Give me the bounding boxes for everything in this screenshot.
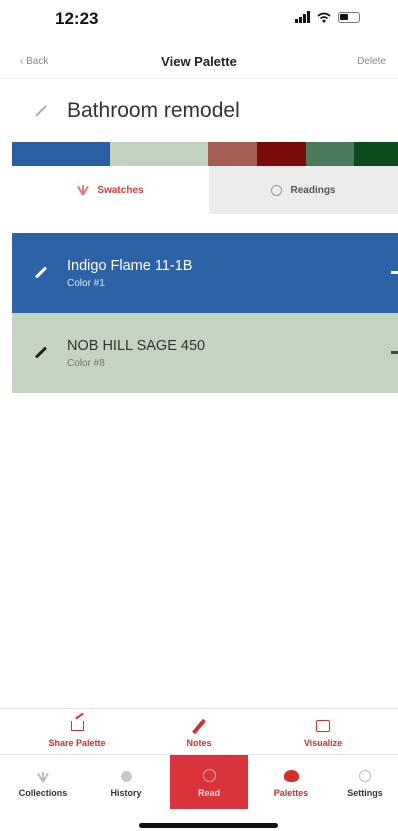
tab-history[interactable]: History	[93, 755, 159, 809]
visualize-label: Visualize	[303, 738, 343, 748]
tab-collections-label: Collections	[18, 788, 68, 798]
circle-icon	[271, 184, 283, 196]
strip-swatch[interactable]	[257, 142, 306, 166]
page-title: View Palette	[161, 54, 237, 69]
pencil-icon	[192, 718, 206, 734]
status-icons	[295, 11, 360, 23]
strip-swatch[interactable]	[354, 142, 398, 166]
tab-swatches-label: Swatches	[97, 184, 144, 196]
color-row[interactable]: Indigo Flame 11-1B Color #1	[12, 233, 398, 313]
color-name: NOB HILL SAGE 450	[67, 338, 206, 354]
delete-button[interactable]: Delete	[357, 56, 386, 67]
palette-name: Bathroom remodel	[67, 99, 240, 122]
strip-swatch[interactable]	[306, 142, 354, 166]
palette-color-strip	[12, 142, 398, 166]
delete-label: Delete	[357, 56, 386, 67]
notes-label: Notes	[186, 738, 212, 748]
color-row[interactable]: NOB HILL SAGE 450 Color #8	[12, 313, 398, 393]
edit-pencil-icon[interactable]	[35, 105, 47, 117]
tab-bar: Collections History Read Palettes Settin…	[0, 754, 398, 810]
tab-settings-label: Settings	[347, 788, 383, 798]
visualize-button[interactable]: Visualize	[268, 717, 378, 748]
history-icon	[120, 771, 132, 782]
edit-pencil-icon[interactable]	[34, 346, 48, 359]
strip-swatch[interactable]	[110, 142, 208, 166]
tab-read[interactable]: Read	[170, 755, 248, 809]
view-tabs: Swatches Readings	[12, 166, 398, 214]
tab-readings[interactable]: Readings	[209, 166, 398, 214]
tab-read-label: Read	[197, 788, 220, 798]
fan-deck-icon	[77, 185, 90, 196]
notes-button[interactable]: Notes	[144, 717, 254, 748]
tab-history-label: History	[110, 788, 142, 798]
edit-pencil-icon[interactable]	[34, 266, 48, 279]
share-icon	[70, 721, 84, 731]
color-number: Color #8	[67, 358, 105, 369]
tab-settings[interactable]: Settings	[334, 755, 396, 809]
tab-readings-label: Readings	[290, 184, 336, 196]
status-time: 12:23	[55, 9, 99, 28]
tab-collections[interactable]: Collections	[10, 755, 76, 809]
tab-palettes-label: Palettes	[273, 788, 309, 798]
color-name: Indigo Flame 11-1B	[67, 258, 193, 274]
action-bar: Share Palette Notes Visualize	[0, 708, 398, 754]
strip-swatch[interactable]	[208, 142, 257, 166]
tab-palettes[interactable]: Palettes	[258, 755, 324, 809]
tab-swatches[interactable]: Swatches	[12, 166, 209, 214]
color-number: Color #1	[67, 278, 105, 289]
row-handle-icon[interactable]	[391, 271, 398, 274]
image-icon	[316, 720, 330, 732]
nav-bar: ‹ Back View Palette Delete	[0, 44, 398, 79]
share-palette-label: Share Palette	[48, 738, 106, 748]
share-palette-button[interactable]: Share Palette	[22, 717, 132, 748]
fan-deck-icon	[37, 772, 49, 783]
read-icon	[202, 769, 216, 782]
wifi-icon	[317, 12, 331, 22]
row-handle-icon[interactable]	[391, 351, 398, 354]
status-bar: 12:23	[0, 0, 398, 40]
palette-name-row[interactable]: Bathroom remodel	[0, 92, 398, 130]
home-indicator	[139, 823, 278, 828]
signal-icon	[295, 11, 310, 23]
battery-icon	[338, 11, 360, 23]
gear-icon	[359, 770, 371, 782]
strip-swatch[interactable]	[12, 142, 110, 166]
palette-icon	[283, 770, 299, 782]
